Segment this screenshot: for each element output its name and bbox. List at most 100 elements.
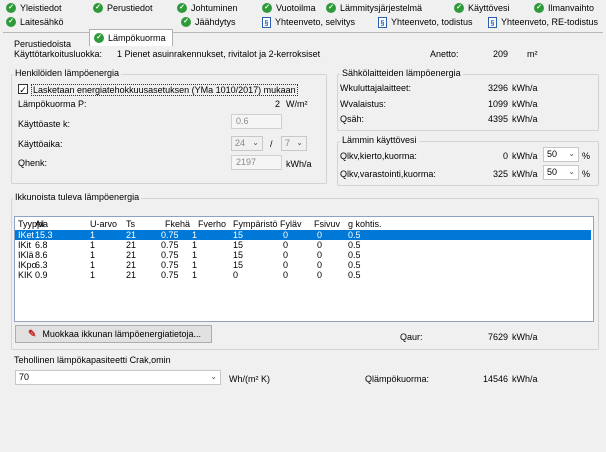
qlkv-varastointi-label: Qlkv,varastointi,kuorma: [340,169,436,179]
cell: 0 [317,240,323,250]
tab-lammitysjarjestelma[interactable]: ✓ Lämmitysjärjestelmä [326,1,422,15]
qlampokuorma-value: 14546 [482,374,508,384]
cell: 6.3 [35,260,48,270]
cell: 15 [233,250,244,260]
table-row[interactable]: IKpo 6.3 1 21 0.75 1 15 0 0 0.5 [15,260,591,270]
ymaa-checkbox[interactable]: ✓ [18,84,28,95]
windows-list[interactable]: Tyyppi Ala U-arvo Ts Fkehä Fverho Fympär… [14,216,594,322]
cell: 0.75 [161,270,179,280]
lamminvesi-title: Lämmin käyttövesi [340,135,419,145]
perustiedoista-title: Perustiedoista [14,39,72,49]
cell: IKet [18,230,35,240]
wkuluttaja-unit: kWh/a [512,83,538,93]
cell: 21 [126,270,137,280]
chevron-down-icon: ⌄ [210,372,217,381]
document-icon: § [262,16,271,28]
cell: 15 [233,240,244,250]
cell: 0.75 [161,250,179,260]
qlampokuorma-label: Qlämpökuorma: [365,374,430,384]
kayttoaika-hours-select[interactable]: 24 ⌄ [231,136,263,151]
cell: 0.9 [35,270,48,280]
qlkv-varastointi-unit: kWh/a [512,169,538,179]
cell: 21 [126,260,137,270]
cell: 0 [283,250,289,260]
kayttoaste-field[interactable]: 0.6 [231,114,282,129]
cell: 1 [90,260,96,270]
col-ts: Ts [126,219,135,229]
edit-windows-button[interactable]: ✎ Muokkaa ikkunan lämpöenergiatietoja... [15,325,212,343]
cell: 0 [317,260,323,270]
cell: 1 [90,270,96,280]
lampokuorma-value: 2 [274,99,280,109]
sahkolaitteiden-title: Sähkölaitteiden lämpöenergia [340,68,463,78]
tab-yhteenveto-re-todistus[interactable]: § Yhteenveto, RE-todistus [488,15,598,29]
tab-yhteenveto-selvitys[interactable]: § Yhteenveto, selvitys [262,15,355,29]
table-row[interactable]: IKet 15.3 1 21 0.75 1 15 0 0 0.5 [15,230,591,240]
cell: 0 [317,270,323,280]
document-icon: § [378,16,387,28]
ymaa-checkbox-label[interactable]: Lasketaan energiatehokkuusasetuksen (YMa… [31,84,298,96]
cell: 1 [90,240,96,250]
col-fkeha: Fkehä [165,219,191,229]
cell: 0.5 [348,270,361,280]
qsah-value: 4395 [487,114,508,124]
tab-kayttovesi[interactable]: ✓ Käyttövesi [454,1,510,15]
check-circle-icon: ✓ [6,17,16,27]
cell: 6.8 [35,240,48,250]
tab-perustiedot[interactable]: ✓ Perustiedot [93,1,153,15]
cell: 0 [283,270,289,280]
anetto-unit: m² [527,49,538,59]
qhenk-field[interactable]: 2197 [231,155,282,170]
chevron-down-icon: ⌄ [296,138,303,147]
table-row[interactable]: IKlä 8.6 1 21 0.75 1 15 0 0 0.5 [15,250,591,260]
tehollinen-select[interactable]: 70 ⌄ [15,370,221,385]
col-fylav: Fyläv [280,219,302,229]
kayttoaika-days-select[interactable]: 7 ⌄ [281,136,307,151]
table-row[interactable]: IKit 6.8 1 21 0.75 1 15 0 0 0.5 [15,240,591,250]
kayttotarkoitus-label: Käyttötarkoitusluokka: [14,49,103,59]
cell: IKpo [18,260,37,270]
cell: 0.75 [161,240,179,250]
kayttotarkoitus-value: 1 Pienet asuinrakennukset, rivitalot ja … [117,49,321,59]
qlkv-kierto-label: Qlkv,kierto,kuorma: [340,151,417,161]
tab-yhteenveto-todistus[interactable]: § Yhteenveto, todistus [378,15,473,29]
tab-ilmanvaihto[interactable]: ✓ Ilmanvaihto [534,1,594,15]
qlkv-kierto-unit: kWh/a [512,151,538,161]
cell: 0.75 [161,230,179,240]
wvalaistus-unit: kWh/a [512,99,538,109]
qaur-label: Qaur: [400,332,423,342]
col-fymparisto: Fympäristö [233,219,278,229]
ikkunoista-title: Ikkunoista tuleva lämpöenergia [13,192,142,202]
tab-lampokuorma[interactable]: ✓ Lämpökuorma [89,29,173,46]
qaur-unit: kWh/a [512,332,538,342]
table-row[interactable]: KIK 0.9 1 21 0.75 1 0 0 0 0.5 [15,270,591,280]
anetto-value: 209 [492,49,508,59]
document-icon: § [488,16,497,28]
wkuluttaja-label: Wkuluttajalaitteet: [340,83,412,93]
cell: 0.75 [161,260,179,270]
tab-vuotoilma[interactable]: ✓ Vuotoilma [262,1,316,15]
chevron-down-icon: ⌄ [568,167,575,176]
check-circle-icon: ✓ [534,3,544,13]
qlkv-kierto-pct-select[interactable]: 50 ⌄ [543,147,579,162]
tab-jaahdytys[interactable]: ✓ Jäähdytys [181,15,236,29]
tab-johtuminen[interactable]: ✓ Johtuminen [177,1,238,15]
cell: 1 [192,230,198,240]
cell: 0.5 [348,240,361,250]
tab-yleistiedot[interactable]: ✓ Yleistiedot [6,1,62,15]
check-circle-icon: ✓ [181,17,191,27]
check-circle-icon: ✓ [94,33,104,43]
cell: IKit [18,240,32,250]
qlkv-varastointi-pct-select[interactable]: 50 ⌄ [543,165,579,180]
check-circle-icon: ✓ [262,3,272,13]
qaur-value: 7629 [487,332,508,342]
cell: 15.3 [35,230,53,240]
cell: 21 [126,250,137,260]
qlkv-varastointi-value: 325 [492,169,508,179]
cell: 1 [192,240,198,250]
qlampokuorma-unit: kWh/a [512,374,538,384]
cell: 0 [317,230,323,240]
cell: 0.5 [348,250,361,260]
tab-laitesahko[interactable]: ✓ Laitesähkö [6,15,64,29]
tehollinen-title: Tehollinen lämpökapasiteetti Crak,omin [14,355,171,365]
